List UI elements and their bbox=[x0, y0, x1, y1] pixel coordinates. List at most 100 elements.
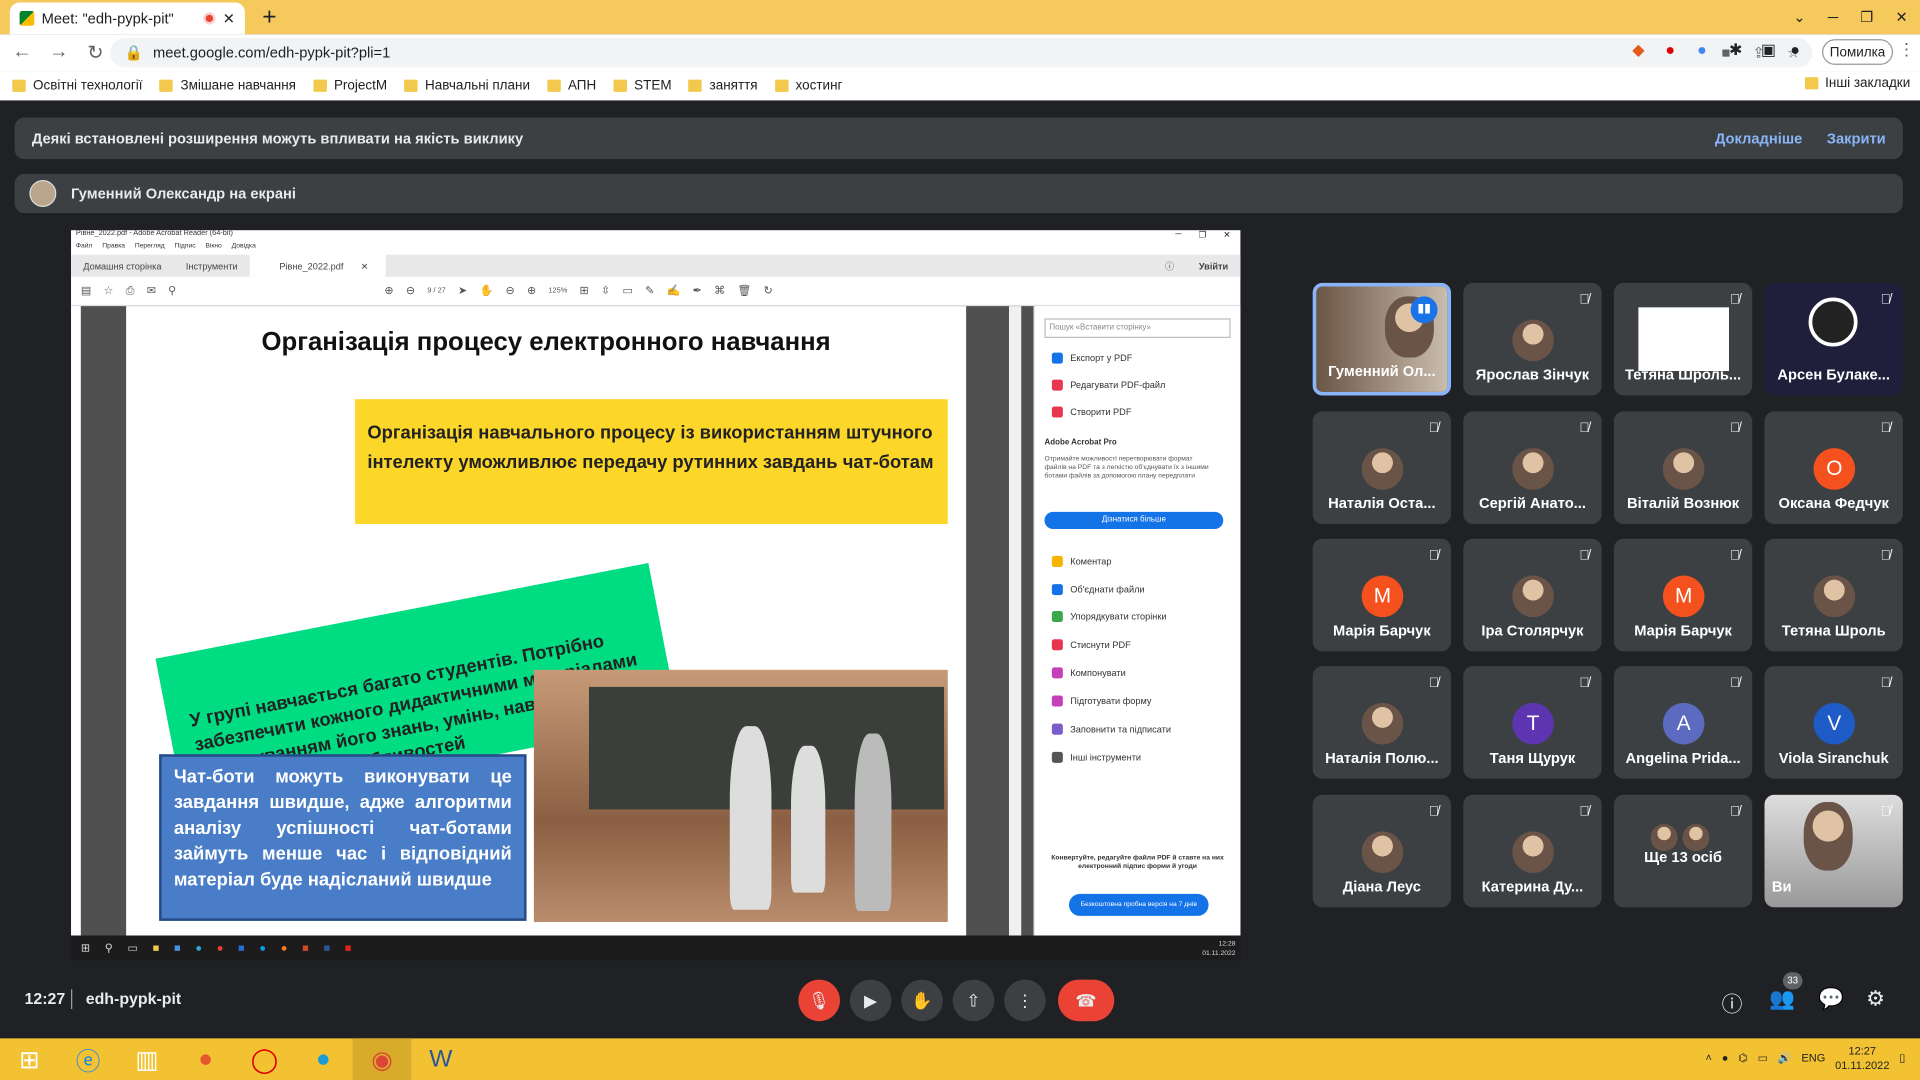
participant-tile[interactable]: 🎙̸ Віталій Вознюк bbox=[1613, 411, 1753, 525]
participant-name: Тетяна Шроль... bbox=[1625, 366, 1742, 384]
taskbar-chrome[interactable]: ◉ bbox=[352, 1038, 412, 1080]
participant-tile[interactable]: 🎙̸ Наталія Полю... bbox=[1312, 666, 1452, 779]
participant-tile[interactable]: 🎙̸ Тетяна Шроль bbox=[1764, 538, 1903, 652]
brave-extension-icon[interactable]: ◆ bbox=[1632, 40, 1644, 60]
browser-tab[interactable]: Meet: "edh-pypk-pit" ✕ bbox=[9, 2, 245, 35]
participant-name: Діана Леус bbox=[1342, 877, 1421, 896]
bookmark-item[interactable]: Освітні технології bbox=[12, 78, 143, 93]
participant-tile[interactable]: 🎙̸ Діана Леус bbox=[1312, 794, 1452, 908]
extension-icon[interactable]: ● bbox=[1697, 40, 1707, 58]
more-options-button[interactable]: ⋮ bbox=[1004, 979, 1046, 1022]
raise-hand-button[interactable]: ✋ bbox=[901, 979, 943, 1022]
participant-tile[interactable]: 🎙̸ Іра Столярчук bbox=[1463, 538, 1602, 652]
people-icon[interactable]: 👥 bbox=[1769, 987, 1795, 1011]
participant-tile[interactable]: М 🎙̸ Марія Барчук bbox=[1613, 538, 1753, 652]
tray-app-icon[interactable]: ● bbox=[1722, 1052, 1729, 1064]
minimize-icon[interactable]: ─ bbox=[1828, 9, 1838, 26]
restore-icon[interactable]: ❐ bbox=[1860, 9, 1873, 26]
participant-tile[interactable]: A 🎙̸ Angelina Prida... bbox=[1613, 666, 1753, 779]
error-button[interactable]: Помилка bbox=[1822, 39, 1894, 65]
info-icon[interactable]: ⓘ bbox=[1722, 987, 1743, 1018]
participant-name: Viola Siranchuk bbox=[1778, 749, 1889, 767]
mic-off-button[interactable]: 🎙 bbox=[798, 979, 841, 1022]
folder-icon bbox=[774, 79, 789, 92]
notifications-icon[interactable]: ▯ bbox=[1899, 1051, 1905, 1064]
participant-tile[interactable]: 🎙̸ Ще 13 осіб bbox=[1613, 794, 1753, 908]
bookmark-item[interactable]: АПН bbox=[547, 78, 596, 93]
chat-icon[interactable]: 💬 bbox=[1818, 987, 1844, 1011]
bookmark-item[interactable]: Змішане навчання bbox=[159, 78, 296, 93]
bookmarks-bar: Освітні технології Змішане навчання Proj… bbox=[0, 71, 1920, 101]
tab-search-icon[interactable]: ⌄ bbox=[1793, 9, 1805, 26]
participant-tile[interactable]: V 🎙̸ Viola Siranchuk bbox=[1764, 666, 1903, 779]
profile-avatar[interactable]: ● bbox=[1790, 40, 1800, 58]
participant-tile[interactable]: T 🎙̸ Таня Щурук bbox=[1463, 666, 1602, 779]
tray-chevron-icon[interactable]: ˄ bbox=[1706, 1052, 1712, 1064]
puzzle-icon[interactable]: ✱ bbox=[1729, 40, 1742, 60]
start-button[interactable]: ⊞ bbox=[0, 1038, 59, 1080]
fill-sign-icon bbox=[1051, 723, 1063, 735]
omnibox[interactable]: 🔒 meet.google.com/edh-pypk-pit?pli=1 ■ ⇪… bbox=[110, 37, 1813, 68]
bookmark-item[interactable]: STEM bbox=[613, 78, 672, 93]
print-icon: ⎙ bbox=[125, 284, 135, 297]
sidepanel-icon[interactable]: ▣ bbox=[1761, 40, 1776, 60]
bookmark-item[interactable]: ProjectM bbox=[313, 78, 387, 93]
zoom-out-icon: ⊖ bbox=[505, 284, 515, 297]
participant-tile[interactable]: О 🎙̸ Оксана Федчук bbox=[1764, 411, 1903, 525]
reload-icon[interactable]: ↻ bbox=[81, 40, 110, 64]
taskbar-firefox[interactable]: ● bbox=[176, 1038, 235, 1080]
bookmark-item[interactable]: заняття bbox=[688, 78, 758, 93]
activities-icon[interactable]: ⚙ bbox=[1866, 987, 1885, 1011]
camera-icon: ▶ bbox=[864, 990, 878, 1010]
bookmark-item[interactable]: хостинг bbox=[774, 78, 842, 93]
new-tab-button[interactable]: + bbox=[255, 5, 284, 29]
clock-date: 01.11.2022 bbox=[1835, 1059, 1890, 1072]
folder-icon bbox=[1804, 77, 1818, 90]
participant-tile[interactable]: 🎙̸ Наталія Оста... bbox=[1312, 411, 1452, 525]
language-indicator[interactable]: ENG bbox=[1801, 1052, 1825, 1064]
learn-more-link[interactable]: Докладніше bbox=[1715, 130, 1802, 147]
leave-call-button[interactable]: ☎ bbox=[1057, 979, 1115, 1022]
back-icon[interactable]: ← bbox=[7, 42, 36, 64]
mic-muted-icon: 🎙̸ bbox=[1729, 421, 1741, 436]
opera-extension-icon[interactable]: ● bbox=[1665, 40, 1675, 58]
network-icon[interactable]: ⌬ bbox=[1738, 1051, 1748, 1064]
tool-item: Компонувати bbox=[1051, 667, 1126, 679]
forward-icon[interactable]: → bbox=[44, 42, 73, 64]
taskbar-ie[interactable]: ⓔ bbox=[59, 1038, 118, 1080]
participant-tile[interactable]: М 🎙̸ Марія Барчук bbox=[1312, 538, 1452, 652]
participant-tile[interactable]: 🎙̸ Тетяна Шроль... bbox=[1613, 282, 1753, 396]
volume-icon[interactable]: 🔊 bbox=[1778, 1051, 1792, 1064]
close-banner-button[interactable]: Закрити bbox=[1827, 130, 1886, 147]
people-count-badge: 33 bbox=[1782, 972, 1803, 990]
participant-tile[interactable]: 🎙̸ Катерина Ду... bbox=[1463, 794, 1602, 908]
close-tab-icon[interactable]: ✕ bbox=[223, 10, 235, 27]
mic-muted-icon: 🎙̸ bbox=[1729, 548, 1741, 564]
more-tools-icon bbox=[1051, 751, 1063, 763]
taskbar-opera[interactable]: ◯ bbox=[235, 1038, 294, 1080]
taskbar-edge[interactable]: ● bbox=[294, 1038, 353, 1080]
close-icon: ✕ bbox=[1223, 231, 1231, 241]
avatar bbox=[1512, 319, 1554, 362]
participant-tile[interactable]: 🎙̸ Арсен Булаке... bbox=[1764, 282, 1903, 396]
camera-button[interactable]: ▶ bbox=[849, 979, 892, 1022]
create-icon bbox=[1051, 406, 1063, 418]
participant-name: Ви bbox=[1771, 877, 1792, 896]
participant-tile[interactable]: 🎙̸ Ви bbox=[1764, 794, 1903, 908]
close-window-icon[interactable]: ✕ bbox=[1895, 9, 1907, 26]
powerpoint-icon: ■ bbox=[302, 941, 309, 954]
taskbar-explorer[interactable]: ▥ bbox=[118, 1038, 177, 1080]
participant-tile[interactable]: 🎙̸ Сергій Анато... bbox=[1463, 411, 1602, 525]
other-bookmarks[interactable]: Інші закладки bbox=[1804, 76, 1910, 91]
participant-tile[interactable]: 🎙̸ Ярослав Зінчук bbox=[1463, 282, 1602, 396]
participant-tile[interactable]: ▮▮ Гуменний Ол... bbox=[1312, 282, 1452, 396]
present-button[interactable]: ⇧ bbox=[952, 979, 995, 1022]
participant-name: Ще 13 осіб bbox=[1644, 848, 1722, 866]
meet-favicon-icon bbox=[19, 11, 35, 26]
browser-menu-icon[interactable]: ⋮ bbox=[1898, 39, 1915, 60]
taskbar-clock[interactable]: 12:27 01.11.2022 bbox=[1835, 1043, 1889, 1072]
taskbar-word[interactable]: W bbox=[411, 1038, 470, 1080]
recording-icon bbox=[203, 12, 216, 25]
battery-icon[interactable]: ▭ bbox=[1758, 1051, 1768, 1064]
bookmark-item[interactable]: Навчальні плани bbox=[404, 78, 530, 93]
